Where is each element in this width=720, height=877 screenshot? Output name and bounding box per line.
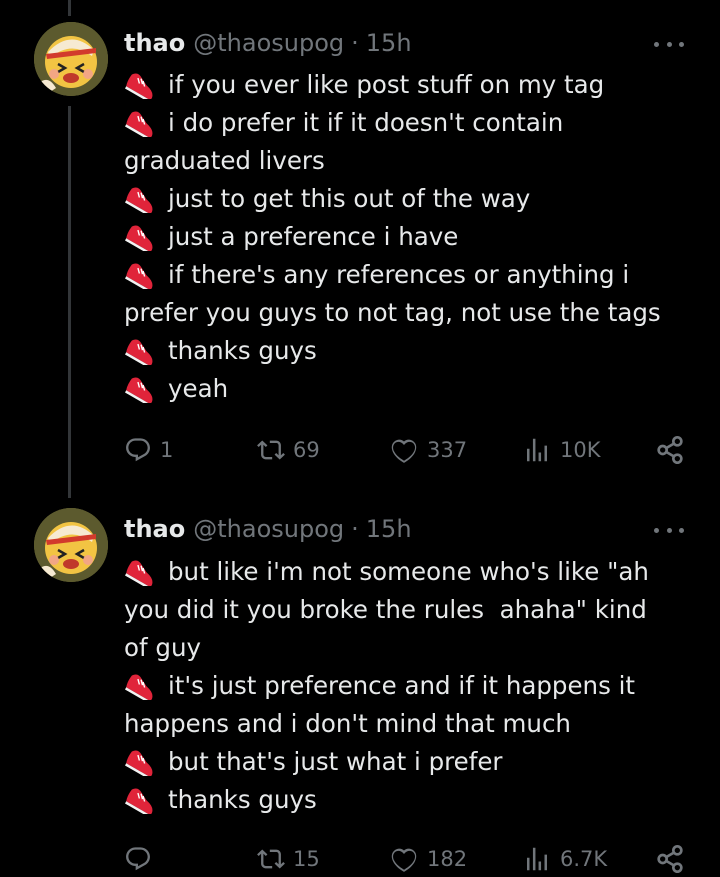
text-line-content: you did it you broke the rules ahaha" ki… [124, 595, 647, 624]
text-line: i do prefer it if it doesn't contain [124, 104, 684, 142]
repost-button[interactable]: 15 [257, 841, 320, 877]
text-line-content: prefer you guys to not tag, not use the … [124, 298, 661, 327]
running-shoe-emoji [124, 748, 160, 776]
running-shoe-emoji [124, 375, 160, 403]
repost-count: 15 [293, 847, 320, 871]
text-line: thanks guys [124, 332, 684, 370]
text-line: but that's just what i prefer [124, 743, 684, 781]
display-name[interactable]: thao [124, 515, 185, 543]
share-icon [657, 845, 683, 873]
text-line: prefer you guys to not tag, not use the … [124, 294, 684, 332]
views-button[interactable]: 10K [522, 432, 601, 468]
views-icon [527, 847, 547, 871]
handle[interactable]: @thaosupog [193, 29, 344, 57]
running-shoe-emoji [124, 109, 160, 137]
running-shoe-emoji [124, 672, 160, 700]
share-icon [657, 436, 683, 464]
running-shoe-emoji [124, 337, 160, 365]
text-line-content: it's just preference and if it happens i… [168, 671, 636, 700]
tweet-header: thao @thaosupog · 15h [124, 27, 412, 59]
running-shoe-emoji [124, 223, 160, 251]
text-line: graduated livers [124, 142, 684, 180]
text-line-content: happens and i don't mind that much [124, 709, 571, 738]
repost-button[interactable]: 69 [257, 432, 320, 468]
more-icon[interactable] [654, 38, 684, 50]
share-button[interactable] [654, 841, 686, 877]
reply-count: 1 [160, 438, 174, 462]
running-shoe-emoji [124, 185, 160, 213]
text-line-content: just to get this out of the way [168, 184, 531, 213]
separator: · [351, 515, 359, 543]
heart-icon [391, 848, 417, 872]
like-count: 182 [427, 847, 468, 871]
repost-icon [257, 849, 285, 869]
text-line: if there's any references or anything i [124, 256, 684, 294]
tweet-actions: 1 69 337 10K [124, 432, 690, 468]
display-name[interactable]: thao [124, 29, 185, 57]
text-line-content: graduated livers [124, 146, 325, 175]
thread-line [68, 106, 71, 498]
reply-button[interactable]: 1 [124, 432, 173, 468]
text-line-content: but like i'm not someone who's like "ah [168, 557, 649, 586]
like-button[interactable]: 182 [389, 841, 467, 877]
avatar[interactable] [34, 22, 108, 96]
tweet-text: but like i'm not someone who's like "ah … [124, 553, 684, 819]
text-line: happens and i don't mind that much [124, 705, 684, 743]
avatar[interactable] [34, 508, 108, 582]
text-line-content: i do prefer it if it doesn't contain [168, 108, 564, 137]
view-count: 6.7K [560, 847, 608, 871]
repost-icon [257, 440, 285, 460]
like-count: 337 [427, 438, 468, 462]
running-shoe-emoji [124, 786, 160, 814]
text-line: yeah [124, 370, 684, 408]
share-button[interactable] [654, 432, 686, 468]
text-line: just to get this out of the way [124, 180, 684, 218]
text-line-content: if there's any references or anything i [168, 260, 630, 289]
text-line-content: thanks guys [168, 336, 317, 365]
like-button[interactable]: 337 [389, 432, 467, 468]
reply-icon [126, 847, 150, 871]
reply-button[interactable] [124, 841, 160, 877]
text-line-content: just a preference i have [168, 222, 459, 251]
running-shoe-emoji [124, 261, 160, 289]
text-line-content: but that's just what i prefer [168, 747, 503, 776]
heart-icon [391, 439, 417, 463]
tweet-header: thao @thaosupog · 15h [124, 513, 412, 545]
text-line-content: of guy [124, 633, 201, 662]
thread-line-top [68, 0, 71, 16]
text-line: just a preference i have [124, 218, 684, 256]
text-line: it's just preference and if it happens i… [124, 667, 684, 705]
timestamp[interactable]: 15h [366, 29, 412, 57]
text-line-content: yeah [168, 374, 229, 403]
separator: · [351, 29, 359, 57]
views-button[interactable]: 6.7K [522, 841, 607, 877]
text-line: but like i'm not someone who's like "ah [124, 553, 684, 591]
tweet-text: if you ever like post stuff on my tag i … [124, 66, 684, 408]
text-line-content: if you ever like post stuff on my tag [168, 70, 605, 99]
text-line: if you ever like post stuff on my tag [124, 66, 684, 104]
text-line-content: thanks guys [168, 785, 317, 814]
view-count: 10K [560, 438, 601, 462]
repost-count: 69 [293, 438, 320, 462]
timestamp[interactable]: 15h [366, 515, 412, 543]
text-line: you did it you broke the rules ahaha" ki… [124, 591, 684, 629]
text-line: thanks guys [124, 781, 684, 819]
handle[interactable]: @thaosupog [193, 515, 344, 543]
tweet-actions: 15 182 6.7K [124, 841, 690, 877]
running-shoe-emoji [124, 71, 160, 99]
text-line: of guy [124, 629, 684, 667]
views-icon [527, 438, 547, 462]
reply-icon [126, 438, 150, 462]
more-icon[interactable] [654, 524, 684, 536]
running-shoe-emoji [124, 558, 160, 586]
